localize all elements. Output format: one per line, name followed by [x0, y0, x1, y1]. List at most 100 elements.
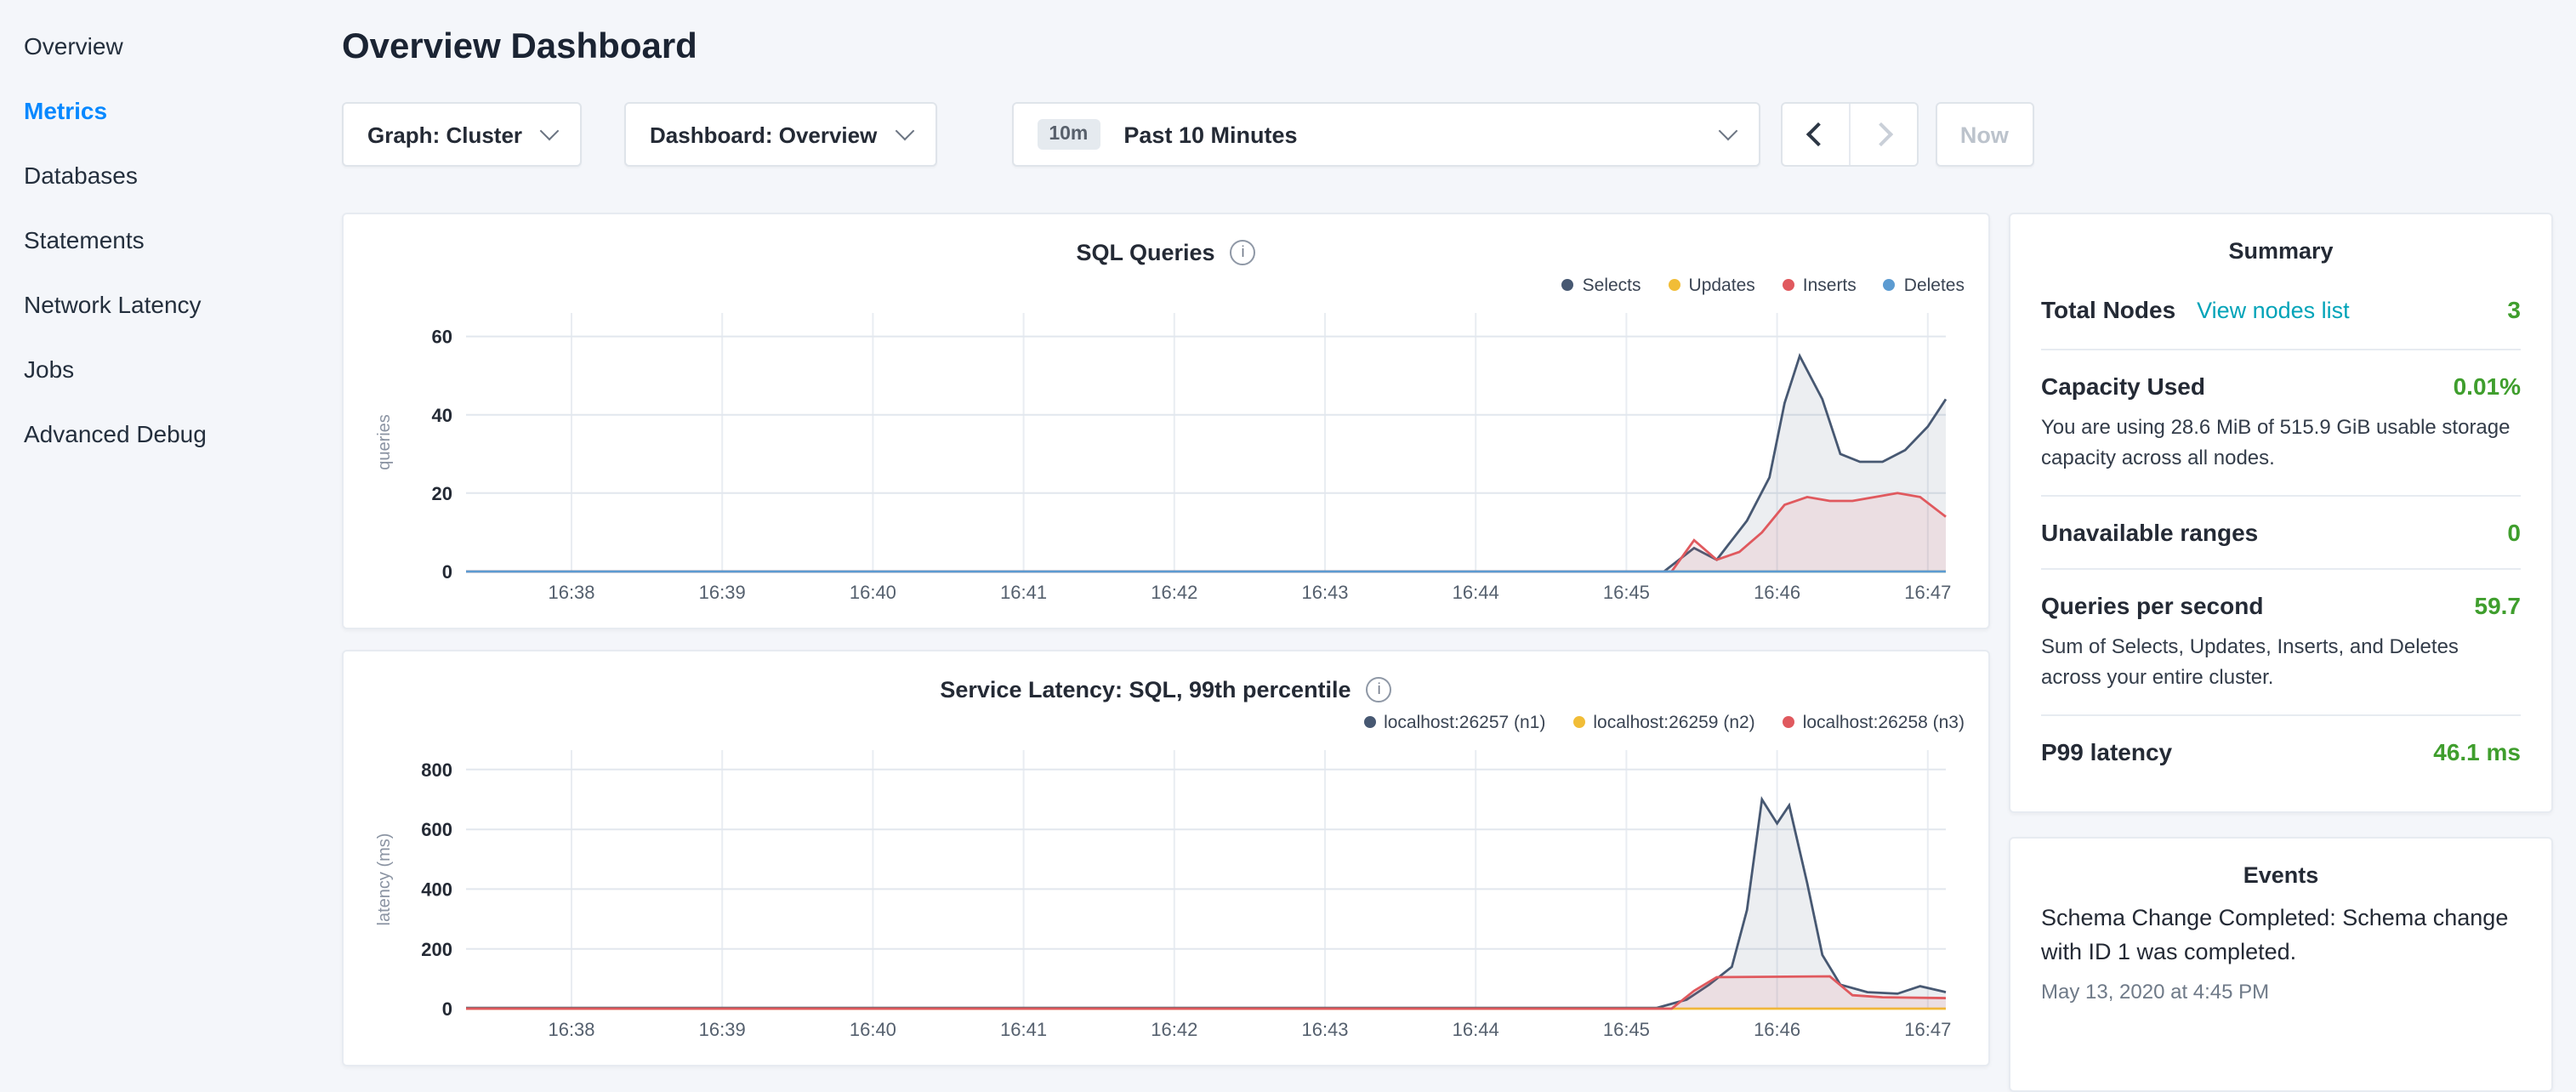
legend-label: Updates [1689, 275, 1755, 295]
legend-item[interactable]: localhost:26259 (n2) [1572, 712, 1754, 732]
svg-text:40: 40 [432, 405, 452, 426]
summary-title: Summary [2041, 238, 2521, 264]
svg-text:200: 200 [421, 939, 452, 960]
sidebar-item-network-latency[interactable]: Network Latency [0, 272, 342, 337]
svg-text:16:39: 16:39 [699, 1019, 746, 1040]
sidebar-item-statements[interactable]: Statements [0, 208, 342, 272]
chart-card-sql-queries: SQL Queries i Selects Updates Inserts Delet… [342, 213, 1990, 629]
time-window-badge: 10m [1037, 119, 1100, 150]
legend-dot-icon [1572, 716, 1584, 728]
svg-text:16:45: 16:45 [1603, 582, 1650, 603]
capacity-used-label: Capacity Used [2041, 373, 2205, 400]
capacity-used-note: You are using 28.6 MiB of 515.9 GiB usab… [2041, 412, 2521, 473]
legend-dot-icon [1363, 716, 1375, 728]
info-icon[interactable]: i [1367, 676, 1392, 702]
svg-text:queries: queries [375, 414, 394, 470]
sidebar-item-metrics[interactable]: Metrics [0, 78, 342, 143]
legend-dot-icon [1783, 279, 1794, 291]
summary-row-p99: P99 latency 46.1 ms [2041, 714, 2521, 788]
page-title: Overview Dashboard [342, 27, 2553, 68]
view-nodes-list-link[interactable]: View nodes list [2197, 298, 2350, 323]
event-timestamp: May 13, 2020 at 4:45 PM [2041, 979, 2521, 1003]
now-button[interactable]: Now [1935, 102, 2033, 167]
graph-scope-dropdown[interactable]: Graph: Cluster [342, 102, 582, 167]
p99-latency-label: P99 latency [2041, 738, 2172, 765]
info-icon[interactable]: i [1231, 239, 1256, 264]
graph-scope-label: Graph: Cluster [367, 122, 522, 147]
svg-text:16:40: 16:40 [850, 582, 896, 603]
time-prev-button[interactable] [1782, 104, 1848, 165]
time-window-selector[interactable]: 10m Past 10 Minutes [1011, 102, 1760, 167]
legend-item[interactable]: Inserts [1783, 275, 1857, 295]
chart-legend: localhost:26257 (n1) localhost:26259 (n2)… [367, 706, 1965, 733]
legend-label: localhost:26258 (n3) [1803, 712, 1965, 732]
svg-text:16:46: 16:46 [1754, 582, 1800, 603]
sidebar-item-advanced-debug[interactable]: Advanced Debug [0, 401, 342, 466]
qps-value: 59.7 [2475, 592, 2522, 619]
legend-dot-icon [1783, 716, 1794, 728]
svg-text:16:42: 16:42 [1151, 582, 1197, 603]
svg-text:16:41: 16:41 [1000, 1019, 1047, 1040]
sidebar-item-databases[interactable]: Databases [0, 143, 342, 208]
svg-text:16:44: 16:44 [1453, 582, 1499, 603]
chevron-down-icon [895, 122, 914, 141]
svg-text:16:41: 16:41 [1000, 582, 1047, 603]
legend-item[interactable]: localhost:26258 (n3) [1783, 712, 1965, 732]
dashboard-body: SQL Queries i Selects Updates Inserts Delet… [342, 213, 2553, 1092]
legend-item[interactable]: localhost:26257 (n1) [1363, 712, 1545, 732]
sql-queries-chart: 16:3816:3916:4016:4116:4216:4316:4416:45… [367, 299, 1965, 617]
svg-text:16:40: 16:40 [850, 1019, 896, 1040]
svg-text:16:43: 16:43 [1301, 582, 1348, 603]
svg-text:0: 0 [442, 998, 452, 1020]
svg-text:16:39: 16:39 [699, 582, 746, 603]
svg-text:16:47: 16:47 [1904, 582, 1951, 603]
total-nodes-value: 3 [2507, 296, 2521, 323]
chart-title: SQL Queries [1076, 239, 1214, 264]
legend-dot-icon [1669, 279, 1680, 291]
legend-item[interactable]: Selects [1562, 275, 1641, 295]
svg-text:16:42: 16:42 [1151, 1019, 1197, 1040]
svg-text:600: 600 [421, 819, 452, 840]
svg-text:16:38: 16:38 [548, 1019, 594, 1040]
legend-dot-icon [1884, 279, 1896, 291]
right-column: Summary Total Nodes View nodes list 3 [2009, 213, 2553, 1092]
time-window-label: Past 10 Minutes [1123, 122, 1720, 147]
chart-canvas: 16:3816:3916:4016:4116:4216:4316:4416:45… [367, 299, 1966, 609]
svg-text:400: 400 [421, 879, 452, 900]
legend-label: localhost:26257 (n1) [1384, 712, 1545, 732]
event-item[interactable]: Schema Change Completed: Schema change w… [2041, 901, 2521, 1003]
left-nav: Overview Metrics Databases Statements Ne… [0, 0, 342, 1051]
dashboard-controls: Graph: Cluster Dashboard: Overview 10m P… [342, 102, 2553, 167]
app-window: Overview Metrics Databases Statements Ne… [0, 0, 2576, 1051]
svg-text:16:47: 16:47 [1904, 1019, 1951, 1040]
sidebar-item-jobs[interactable]: Jobs [0, 337, 342, 401]
chart-legend: Selects Updates Inserts Deletes [367, 269, 1965, 296]
p99-latency-value: 46.1 ms [2433, 738, 2521, 765]
legend-item[interactable]: Deletes [1884, 275, 1965, 295]
chart-canvas: 16:3816:3916:4016:4116:4216:4316:4416:45… [367, 737, 1966, 1046]
summary-row-total-nodes: Total Nodes View nodes list 3 [2041, 274, 2521, 349]
time-next-button[interactable] [1848, 104, 1916, 165]
summary-panel: Summary Total Nodes View nodes list 3 [2009, 213, 2553, 813]
service-latency-chart: 16:3816:3916:4016:4116:4216:4316:4416:45… [367, 737, 1965, 1055]
chart-card-service-latency: Service Latency: SQL, 99th percentile i … [342, 650, 1990, 1066]
svg-text:800: 800 [421, 759, 452, 781]
qps-label: Queries per second [2041, 592, 2263, 619]
charts-column: SQL Queries i Selects Updates Inserts Delet… [342, 213, 1990, 1066]
dashboard-dropdown[interactable]: Dashboard: Overview [624, 102, 936, 167]
main-content: Overview Dashboard Graph: Cluster Dashbo… [342, 0, 2576, 1051]
legend-dot-icon [1562, 279, 1574, 291]
svg-text:16:45: 16:45 [1603, 1019, 1650, 1040]
svg-text:20: 20 [432, 483, 452, 504]
svg-text:latency (ms): latency (ms) [375, 833, 394, 926]
legend-item[interactable]: Updates [1669, 275, 1755, 295]
summary-row-capacity: Capacity Used 0.01% You are using 28.6 M… [2041, 349, 2521, 495]
sidebar-item-overview[interactable]: Overview [0, 14, 342, 78]
chevron-down-icon [1718, 122, 1737, 141]
svg-text:0: 0 [442, 561, 452, 583]
legend-label: Selects [1583, 275, 1641, 295]
unavailable-ranges-label: Unavailable ranges [2041, 519, 2258, 546]
legend-label: localhost:26259 (n2) [1593, 712, 1754, 732]
dashboard-dropdown-label: Dashboard: Overview [650, 122, 877, 147]
svg-text:16:43: 16:43 [1301, 1019, 1348, 1040]
